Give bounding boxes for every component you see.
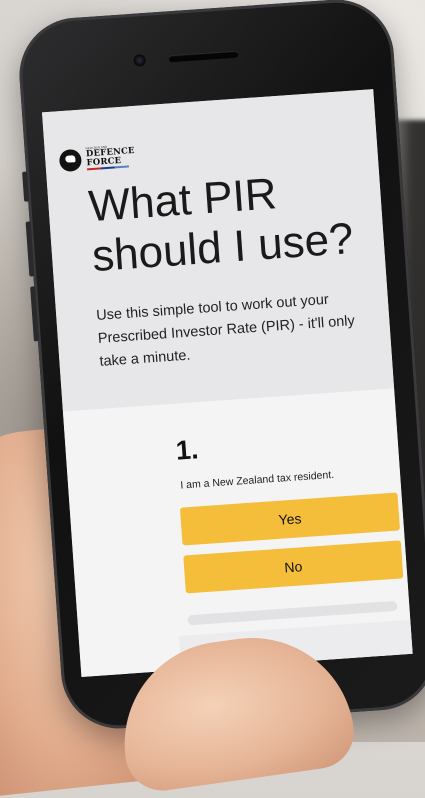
hero-card: NEW ZEALAND DEFENCE FORCE What PIR shoul… xyxy=(41,89,395,412)
no-button[interactable]: No xyxy=(183,540,404,594)
front-camera-icon xyxy=(133,53,147,67)
page-subtitle: Use this simple tool to work out your Pr… xyxy=(95,291,356,370)
question-number: 1. xyxy=(174,434,200,466)
phone-screen: NEW ZEALAND DEFENCE FORCE What PIR shoul… xyxy=(41,89,413,677)
yes-button[interactable]: Yes xyxy=(179,492,401,546)
question-card: 1. I am a New Zealand tax resident. Yes … xyxy=(62,388,413,677)
earpiece-speaker xyxy=(168,50,239,63)
question-text: I am a New Zealand tax resident. xyxy=(179,468,335,492)
mute-switch xyxy=(22,171,30,202)
phone-device: NEW ZEALAND DEFENCE FORCE What PIR shoul… xyxy=(15,0,425,733)
progress-track xyxy=(187,600,398,626)
page-title: What PIR should I use? xyxy=(87,163,373,282)
kiwi-logo-icon xyxy=(58,148,83,172)
defence-force-logo: NEW ZEALAND DEFENCE FORCE xyxy=(58,144,136,172)
